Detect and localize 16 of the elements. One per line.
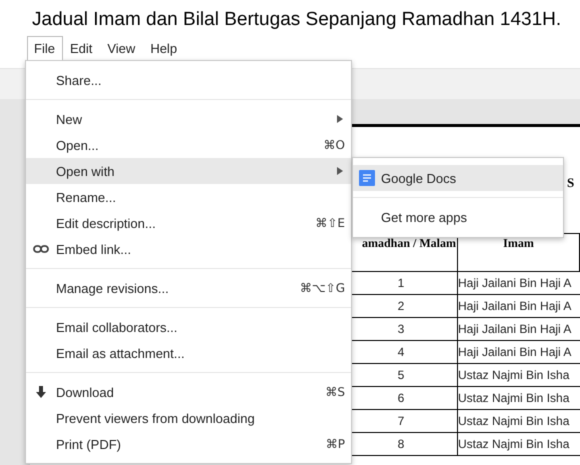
menu-item[interactable]: Edit description... ⌘⇧E [26, 210, 351, 236]
document-icon [359, 170, 375, 186]
menu-item[interactable]: Open... ⌘O [26, 132, 351, 158]
menu-item[interactable]: Get more apps [353, 204, 563, 230]
menu-bar-item[interactable]: Help [143, 36, 186, 60]
menu-item[interactable]: Google Docs [353, 165, 563, 191]
menu-item[interactable]: New [26, 106, 351, 132]
download-icon [36, 386, 46, 398]
menu-item[interactable]: Rename... [26, 184, 351, 210]
menu-bar-item[interactable]: View [100, 36, 144, 60]
document-heading: S [567, 175, 574, 190]
link-icon [33, 245, 49, 253]
document-title: Jadual Imam dan Bilal Bertugas Sepanjang Ramadhan 1431H. [31, 8, 562, 32]
menu-bar-item[interactable]: Edit [62, 36, 100, 60]
menu-item[interactable]: Open with [26, 158, 351, 184]
menu-bar-item[interactable]: File [27, 36, 63, 60]
